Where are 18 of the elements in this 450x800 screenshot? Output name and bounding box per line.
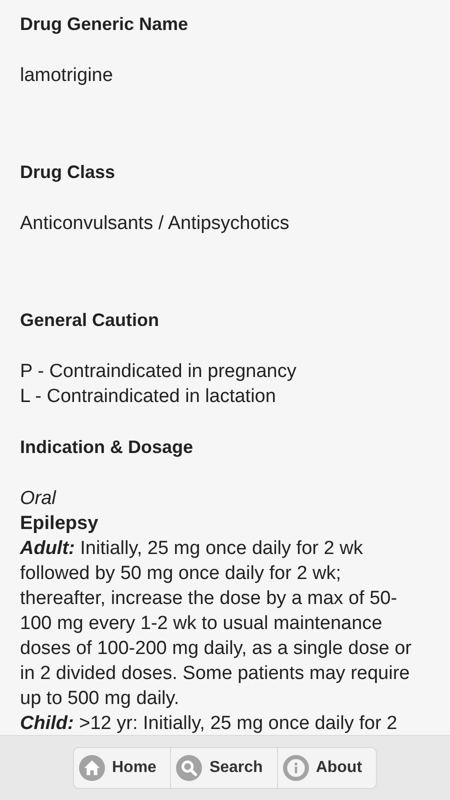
dosage-text: Adult: Initially, 25 mg once daily for 2 wk followed by 50 mg once daily for 2 wk; thereafter, increase the dose by a max of 50-100 mg every 1-2 wk to usual maintenance doses of 100-200 mg daily, as a single dose or in 2 divided doses. Some patients may require up to 500 mg daily. [20, 537, 412, 711]
section-text: lamotrigine [20, 64, 114, 88]
section-heading: Drug Class [20, 161, 116, 184]
section-text: L - Contraindicated in lactation [20, 385, 277, 409]
nav-button[interactable]: Home [74, 748, 170, 788]
section-text: P - Contraindicated in pregnancy [20, 360, 298, 384]
nav-button[interactable]: Search [170, 748, 277, 788]
dosage-text: Child: >12 yr: Initially, 25 mg once daily for 2 [20, 712, 398, 735]
route-label: Oral [20, 487, 58, 511]
indication-title: Epilepsy [20, 512, 100, 536]
nav-button[interactable]: About [276, 748, 376, 788]
section-heading: General Caution [20, 309, 160, 332]
home-icon [78, 755, 105, 781]
info-icon [282, 755, 309, 781]
section-heading: Drug Generic Name [20, 13, 190, 36]
section-heading: Indication & Dosage [20, 436, 194, 459]
search-icon [176, 755, 202, 781]
section-text: Anticonvulsants / Antipsychotics [20, 212, 290, 236]
